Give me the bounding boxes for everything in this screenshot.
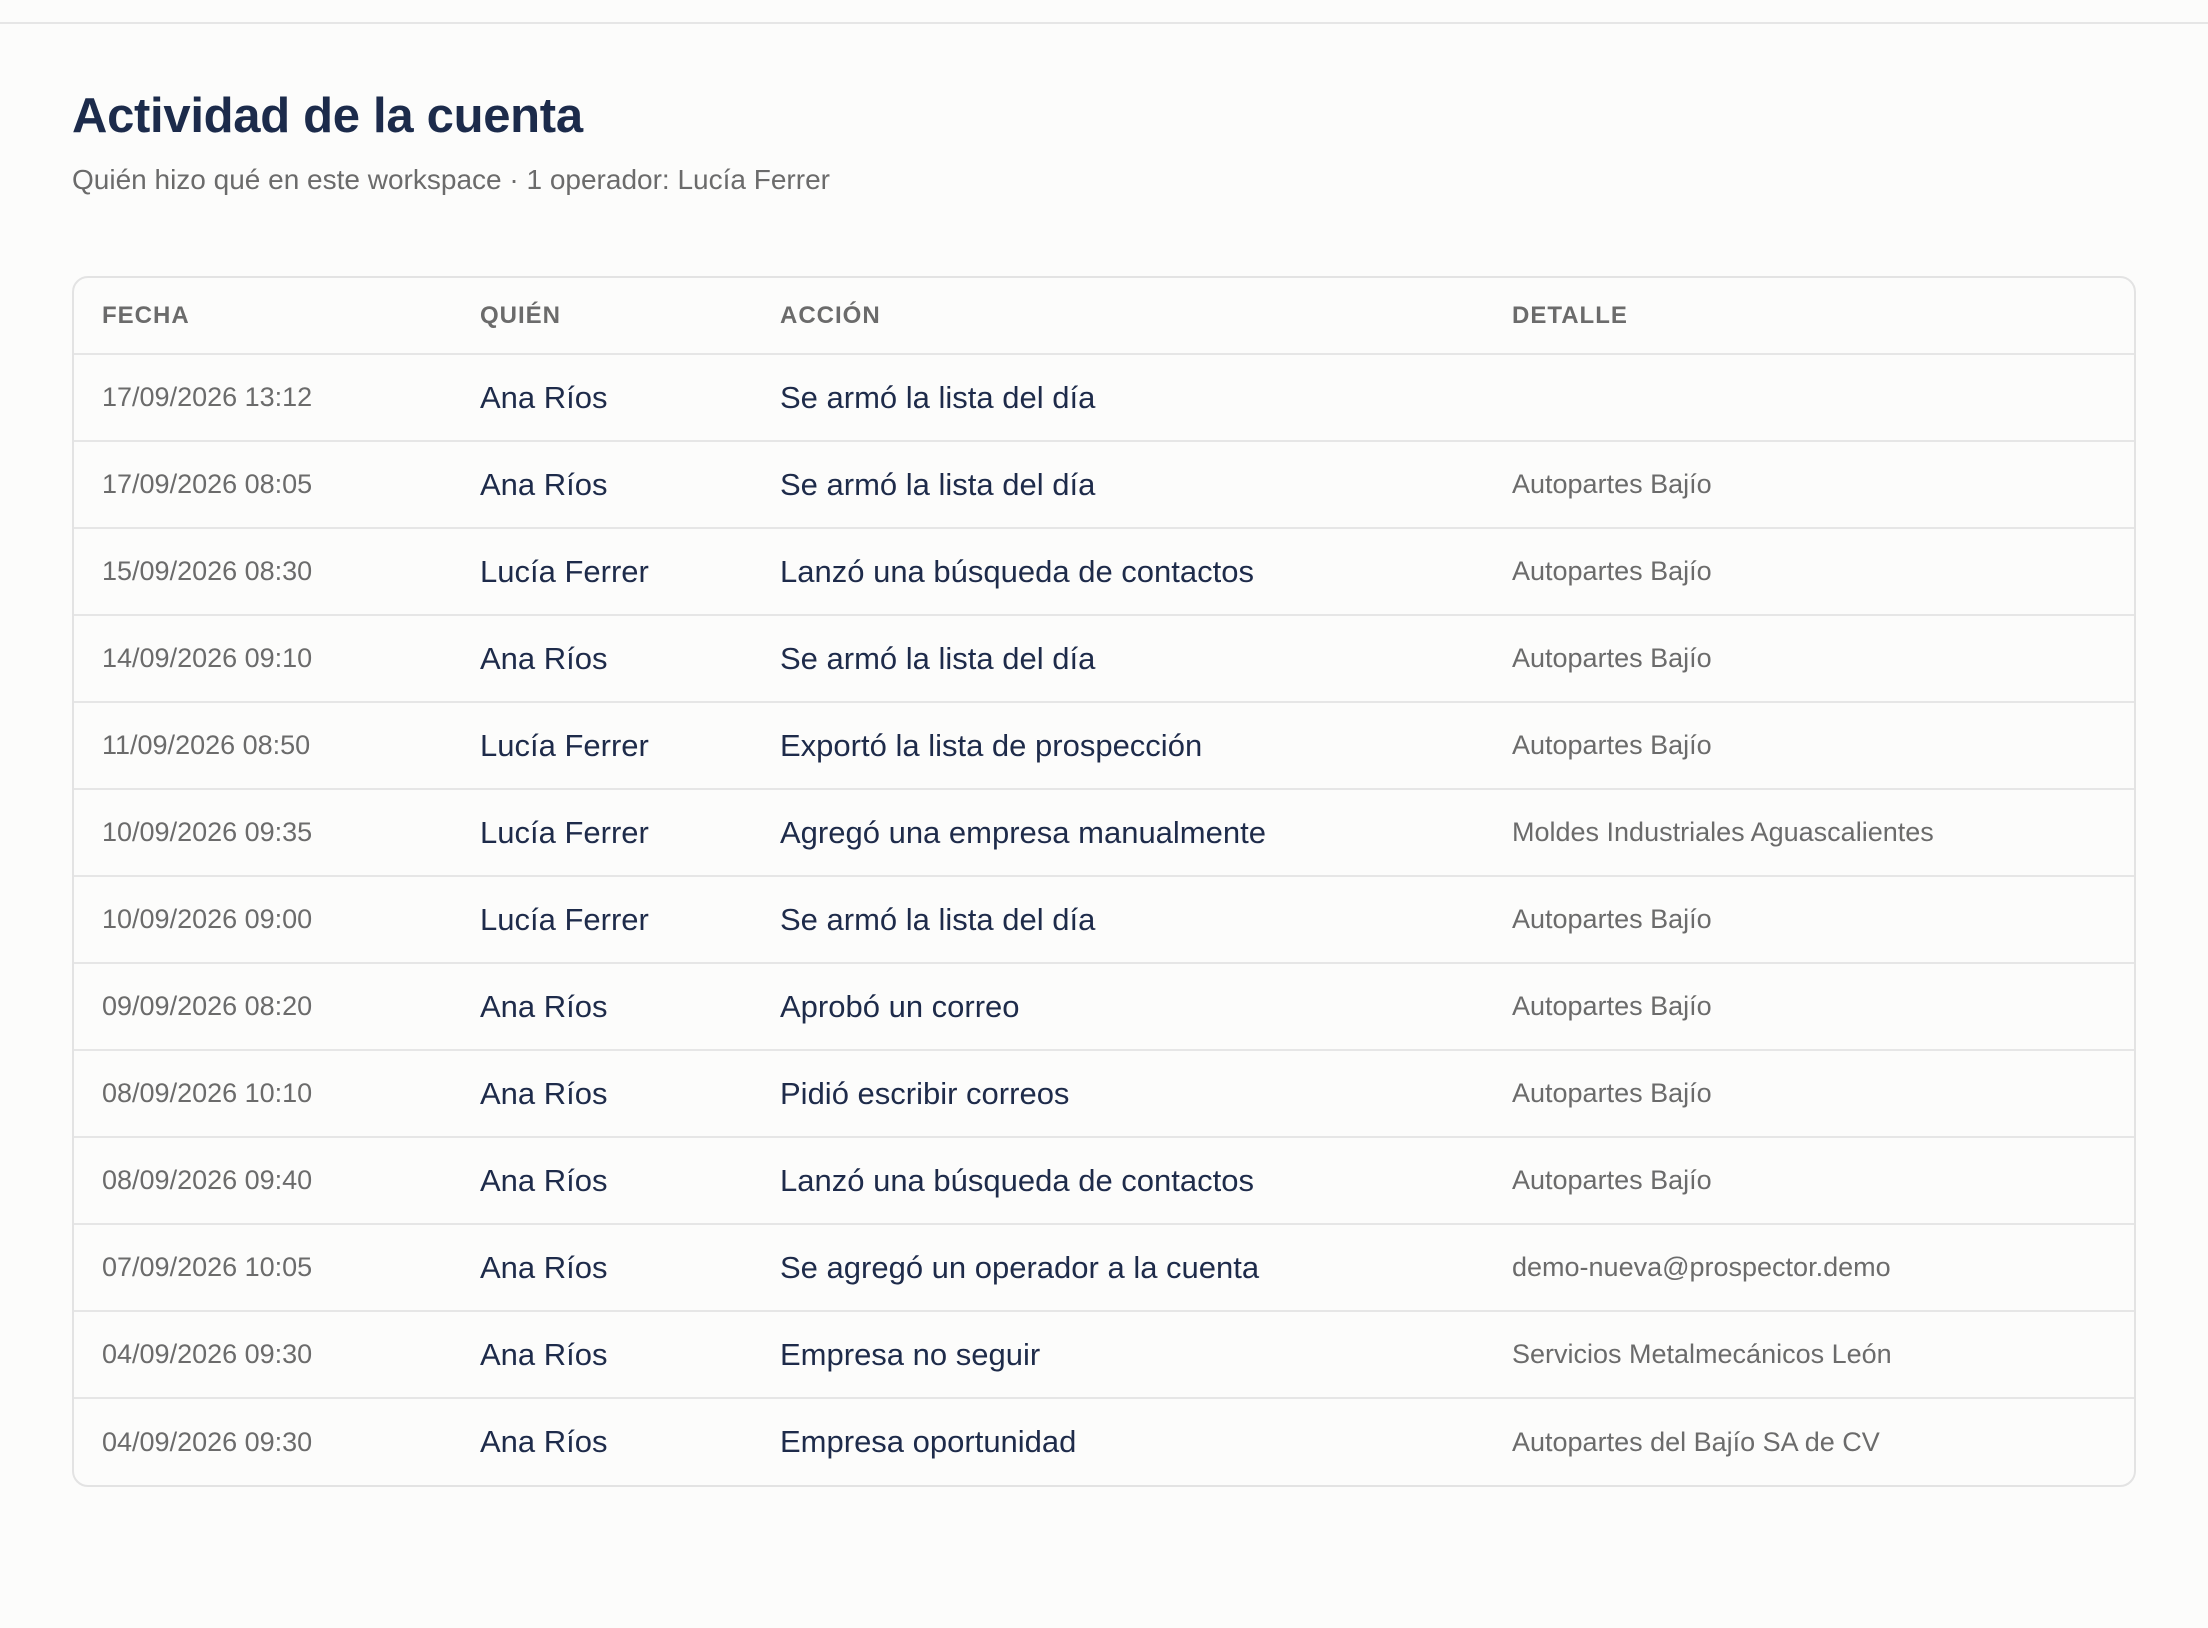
table-row: 04/09/2026 09:30 Ana Ríos Empresa no segui…: [74, 1311, 2134, 1399]
cell-fecha: 07/09/2026 10:05: [74, 1224, 452, 1312]
table-row: 10/09/2026 09:35 Lucía Ferrer Agregó una e…: [74, 789, 2134, 877]
cell-detalle: Autopartes Bajío: [1484, 528, 2134, 616]
cell-fecha: 04/09/2026 09:30: [74, 1311, 452, 1399]
cell-detalle: Servicios Metalmecánicos León: [1484, 1311, 2134, 1399]
cell-quien: Ana Ríos: [452, 1050, 752, 1138]
cell-detalle: demo-nueva@prospector.demo: [1484, 1224, 2134, 1312]
cell-fecha: 04/09/2026 09:30: [102, 1426, 313, 1457]
table-row: 08/09/2026 10:10 Ana Ríos Pidió escribir c…: [74, 1050, 2134, 1138]
activity-table-card: FECHA QUIÉN ACCIÓN DETALLE 17/09/2026 13…: [72, 276, 2136, 1487]
cell-accion: Se armó la lista del día: [752, 354, 1484, 442]
cell-fecha: 08/09/2026 09:40: [74, 1137, 452, 1225]
cell-fecha: 10/09/2026 09:00: [74, 876, 452, 964]
table-row: 17/09/2026 08:05 Ana Ríos Se armó la lista…: [74, 441, 2134, 529]
cell-quien: Lucía Ferrer: [452, 789, 752, 877]
cell-detalle: Autopartes Bajío: [1484, 1050, 2134, 1138]
cell-quien: Lucía Ferrer: [452, 528, 752, 616]
cell-detalle: [1484, 354, 2134, 442]
table-row: 07/09/2026 10:05 Ana Ríos Se agregó un ope…: [74, 1224, 2134, 1312]
table-row: 08/09/2026 09:40 Ana Ríos Lanzó una búsque…: [74, 1137, 2134, 1225]
cell-quien: Ana Ríos: [452, 1137, 752, 1225]
page-title: Actividad de la cuenta: [72, 89, 583, 143]
cell-fecha: 09/09/2026 08:20: [74, 963, 452, 1051]
table-row: 11/09/2026 08:50 Lucía Ferrer Exportó la l…: [74, 702, 2134, 790]
cell-quien: Ana Ríos: [452, 441, 752, 529]
cell-quien: Ana Ríos: [480, 1424, 608, 1459]
cell-accion: Empresa oportunidad: [780, 1424, 1077, 1459]
cell-quien: Lucía Ferrer: [452, 702, 752, 790]
cell-accion: Pidió escribir correos: [752, 1050, 1484, 1138]
table-header-row: FECHA QUIÉN ACCIÓN DETALLE: [74, 278, 2134, 355]
cell-accion: Se armó la lista del día: [752, 615, 1484, 703]
cell-fecha: 17/09/2026 13:12: [74, 354, 452, 442]
cell-fecha: 08/09/2026 10:10: [74, 1050, 452, 1138]
cell-accion: Se armó la lista del día: [752, 876, 1484, 964]
table-row: 09/09/2026 08:20 Ana Ríos Aprobó un correo…: [74, 963, 2134, 1051]
cell-quien: Ana Ríos: [452, 963, 752, 1051]
cell-detalle: Autopartes Bajío: [1484, 876, 2134, 964]
cell-quien: Ana Ríos: [452, 1311, 752, 1399]
cell-detalle: Moldes Industriales Aguascalientes: [1484, 789, 2134, 877]
cell-fecha: 17/09/2026 08:05: [74, 441, 452, 529]
column-header-fecha: FECHA: [74, 278, 452, 355]
cell-accion: Agregó una empresa manualmente: [752, 789, 1484, 877]
cell-fecha: 11/09/2026 08:50: [74, 702, 452, 790]
cell-fecha: 10/09/2026 09:35: [74, 789, 452, 877]
table-row: 15/09/2026 08:30 Lucía Ferrer Lanzó una bú…: [74, 528, 2134, 616]
activity-table: FECHA QUIÉN ACCIÓN DETALLE 17/09/2026 13…: [74, 278, 2134, 1485]
table-row: 14/09/2026 09:10 Ana Ríos Se armó la lista…: [74, 615, 2134, 703]
cell-accion: Lanzó una búsqueda de contactos: [752, 1137, 1484, 1225]
cell-detalle: Autopartes Bajío: [1484, 615, 2134, 703]
cell-accion: Aprobó un correo: [752, 963, 1484, 1051]
column-header-quien: QUIÉN: [452, 278, 752, 355]
cell-quien: Lucía Ferrer: [452, 876, 752, 964]
cell-detalle: Autopartes Bajío: [1484, 441, 2134, 529]
table-row: 10/09/2026 09:00 Lucía Ferrer Se armó la l…: [74, 876, 2134, 964]
cell-fecha: 15/09/2026 08:30: [74, 528, 452, 616]
table-row: 04/09/2026 09:30 Ana Ríos Empresa oportuni…: [74, 1398, 2134, 1485]
top-bar: [0, 0, 2208, 24]
cell-quien: Ana Ríos: [452, 354, 752, 442]
cell-accion: Se agregó un operador a la cuenta: [752, 1224, 1484, 1312]
cell-accion: Se armó la lista del día: [752, 441, 1484, 529]
cell-accion: Exportó la lista de prospección: [752, 702, 1484, 790]
page-subtitle: Quién hizo qué en este workspace · 1 ope…: [72, 164, 830, 195]
cell-detalle: Autopartes Bajío: [1484, 963, 2134, 1051]
table-row: 17/09/2026 13:12 Ana Ríos Se armó la lista…: [74, 354, 2134, 442]
column-header-detalle: DETALLE: [1484, 278, 2134, 355]
cell-detalle: Autopartes Bajío: [1484, 1137, 2134, 1225]
cell-quien: Ana Ríos: [452, 615, 752, 703]
cell-detalle: Autopartes Bajío: [1484, 702, 2134, 790]
cell-fecha: 14/09/2026 09:10: [74, 615, 452, 703]
cell-accion: Empresa no seguir: [752, 1311, 1484, 1399]
activity-page: Actividad de la cuenta Quién hizo qué en…: [72, 84, 2136, 1487]
cell-quien: Ana Ríos: [452, 1224, 752, 1312]
cell-accion: Lanzó una búsqueda de contactos: [752, 528, 1484, 616]
column-header-accion: ACCIÓN: [752, 278, 1484, 355]
cell-detalle: Autopartes del Bajío SA de CV: [1512, 1426, 1880, 1457]
